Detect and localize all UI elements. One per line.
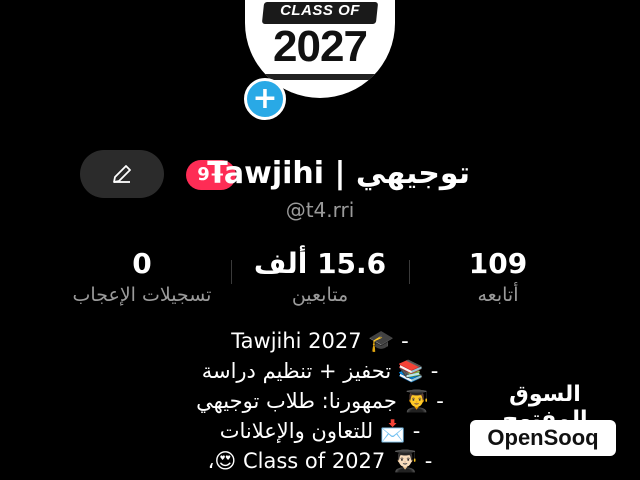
profile-handle: @t4.rri	[285, 198, 355, 222]
stat-followers[interactable]: 15.6 ألف متابعين	[230, 248, 410, 308]
profile-display-name: توجيهي | Tawjihi	[207, 156, 470, 191]
watermark-latin: OpenSooq	[487, 425, 599, 450]
profile-bio: - 🎓 Tawjihi 2027 - 📚 تحفيز + تنظيم دراسة…	[140, 326, 500, 476]
likes-label: تسجيلات الإعجاب	[72, 284, 212, 306]
stat-likes[interactable]: 0 تسجيلات الإعجاب	[52, 248, 232, 308]
pencil-icon	[113, 165, 131, 183]
bio-line: - 📩 للتعاون والإعلانات	[219, 419, 421, 443]
watermark-logo: OpenSooq	[470, 420, 616, 456]
add-story-button[interactable]: +	[244, 78, 286, 120]
likes-count: 0	[132, 247, 152, 280]
plus-icon: +	[252, 81, 278, 116]
bio-line: - 📚 تحفيز + تنظيم دراسة	[201, 359, 439, 383]
avatar-class-of-text: CLASS OF	[280, 2, 360, 19]
following-label: أتابعه	[477, 284, 519, 306]
following-count: 109	[468, 247, 528, 280]
bio-line: - 👨🏻‍🎓 Class of 2027 😍،	[207, 449, 433, 473]
followers-count: 15.6 ألف	[253, 247, 387, 280]
avatar-year-text: 2027	[273, 22, 368, 71]
edit-profile-button[interactable]	[80, 150, 164, 198]
stat-following[interactable]: 109 أتابعه	[408, 248, 588, 308]
followers-label: متابعين	[291, 284, 349, 306]
bio-line: - 🎓 Tawjihi 2027	[231, 329, 409, 353]
bio-line: - 👨‍🎓 جمهورنا: طلاب توجيهي	[196, 389, 444, 413]
avatar-stripe	[264, 74, 376, 80]
